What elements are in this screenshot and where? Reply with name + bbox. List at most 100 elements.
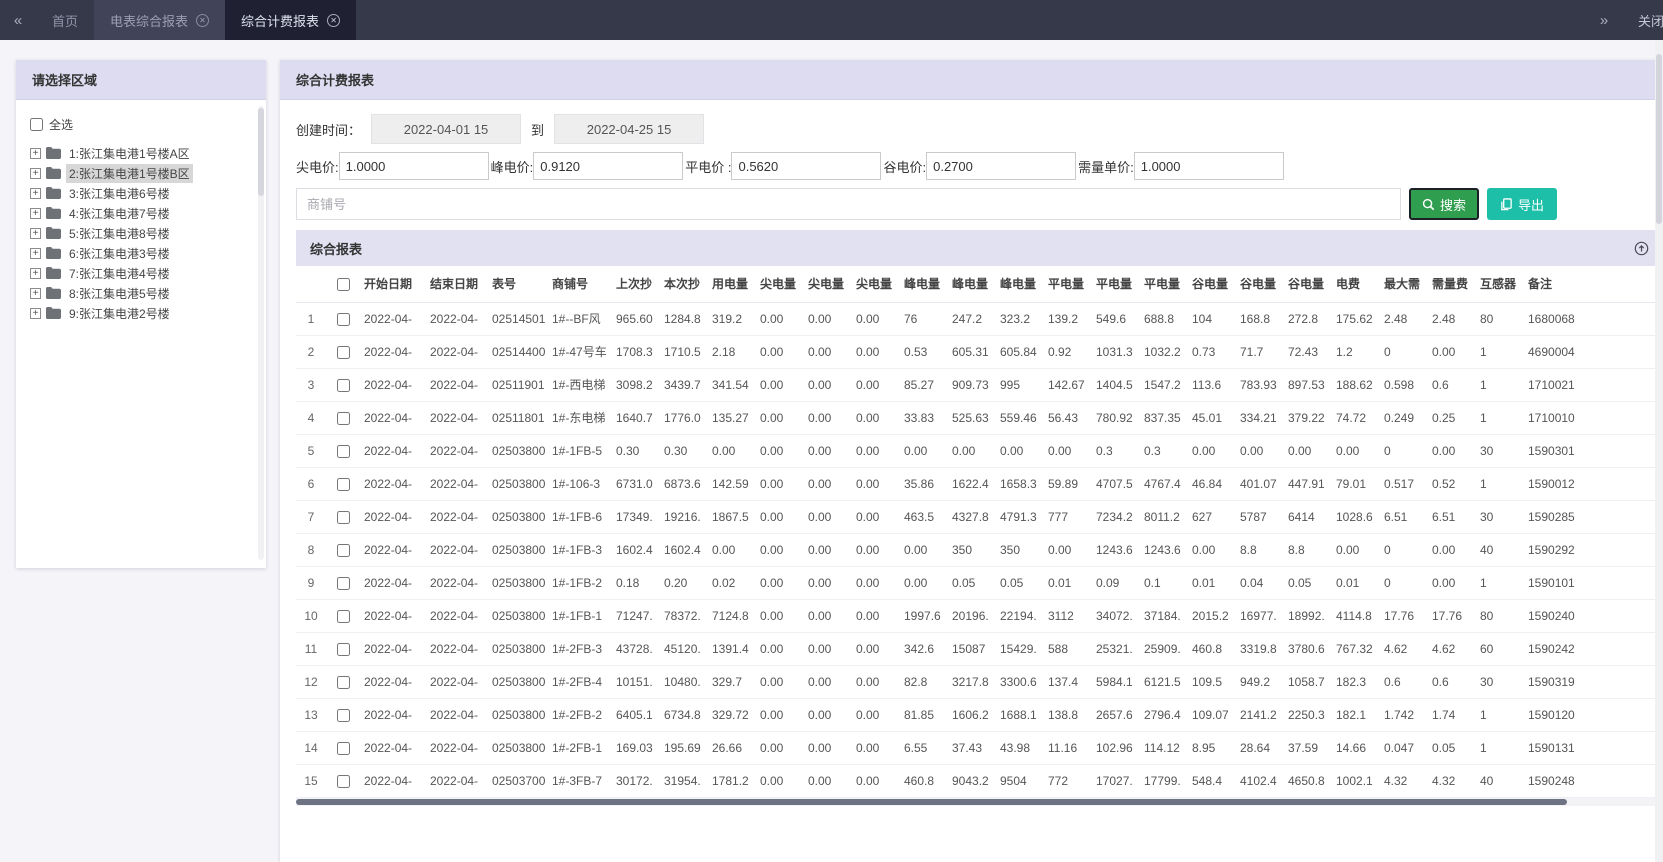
column-header[interactable]: 备注 [1524,266,1663,302]
tree-item-label[interactable]: 2:张江集电港1号楼B区 [66,164,193,183]
tree-item[interactable]: +9:张江集电港2号楼 [30,303,252,323]
tree-expand-icon[interactable]: + [30,288,41,299]
price-input[interactable] [339,152,489,180]
select-all-checkbox[interactable] [30,118,43,131]
row-checkbox[interactable] [337,478,350,491]
column-header[interactable]: 峰电量 [900,266,948,302]
tree-item[interactable]: +7:张江集电港4号楼 [30,263,252,283]
tab-home[interactable]: 首页 [36,0,94,40]
price-input[interactable] [1134,152,1284,180]
tree-expand-icon[interactable]: + [30,308,41,319]
tree-item[interactable]: +1:张江集电港1号楼A区 [30,143,252,163]
column-header[interactable]: 峰电量 [996,266,1044,302]
column-header[interactable]: 用电量 [708,266,756,302]
tree-expand-icon[interactable]: + [30,268,41,279]
column-header[interactable]: 峰电量 [948,266,996,302]
tree-expand-icon[interactable]: + [30,148,41,159]
column-header[interactable]: 尖电量 [756,266,804,302]
page-vertical-scrollbar[interactable] [1655,40,1663,862]
table-cell: 2022-04- [426,764,488,797]
tree-item-label[interactable]: 9:张江集电港2号楼 [66,304,173,323]
sidebar-scrollbar-thumb[interactable] [258,108,264,196]
row-checkbox[interactable] [337,313,350,326]
sidebar-scrollbar[interactable] [258,106,264,560]
tree-item[interactable]: +2:张江集电港1号楼B区 [30,163,252,183]
tree-expand-icon[interactable]: + [30,228,41,239]
tab-close-icon[interactable]: ✕ [327,14,340,27]
tree-item-label[interactable]: 7:张江集电港4号楼 [66,264,173,283]
column-header[interactable]: 平电量 [1140,266,1188,302]
tree-item-label[interactable]: 5:张江集电港8号楼 [66,224,173,243]
row-checkbox[interactable] [337,577,350,590]
column-header[interactable]: 本次抄 [660,266,708,302]
row-checkbox[interactable] [337,709,350,722]
price-input[interactable] [731,152,881,180]
column-header[interactable]: 谷电量 [1284,266,1332,302]
table-cell: 2022-04- [360,302,426,335]
close-operations-menu[interactable]: 关闭操 [1638,11,1663,30]
tree-item[interactable]: +6:张江集电港3号楼 [30,243,252,263]
column-header[interactable]: 谷电量 [1236,266,1284,302]
row-checkbox[interactable] [337,544,350,557]
tab-meter-report[interactable]: 电表综合报表✕ [94,0,225,40]
column-header[interactable]: 商铺号 [548,266,612,302]
tabs-scroll-left-icon[interactable]: « [0,0,36,40]
tree-expand-icon[interactable]: + [30,188,41,199]
table-horizontal-scrollbar-thumb[interactable] [296,799,1567,805]
table-cell: 5787 [1236,500,1284,533]
row-checkbox[interactable] [337,412,350,425]
column-header[interactable]: 平电量 [1044,266,1092,302]
table-cell: 168.8 [1236,302,1284,335]
column-header[interactable]: 互感器 [1476,266,1524,302]
select-all-rows-checkbox[interactable] [337,278,350,291]
panel-collapse-icon[interactable] [1634,241,1649,256]
tab-close-icon[interactable]: ✕ [196,14,209,27]
column-header[interactable]: 谷电量 [1188,266,1236,302]
column-header[interactable]: 尖电量 [852,266,900,302]
tree-item-label[interactable]: 8:张江集电港5号楼 [66,284,173,303]
row-checkbox[interactable] [337,346,350,359]
end-date-input[interactable] [554,114,704,144]
price-input[interactable] [926,152,1076,180]
row-checkbox[interactable] [337,643,350,656]
tree-item[interactable]: +4:张江集电港7号楼 [30,203,252,223]
tree-item-label[interactable]: 4:张江集电港7号楼 [66,204,173,223]
column-header[interactable]: 平电量 [1092,266,1140,302]
tree-item[interactable]: +5:张江集电港8号楼 [30,223,252,243]
export-button[interactable]: 导出 [1487,188,1557,220]
table-cell: 2022-04- [360,566,426,599]
page-vertical-scrollbar-thumb[interactable] [1656,54,1662,224]
search-button[interactable]: 搜索 [1409,188,1479,220]
column-header[interactable]: 需量费 [1428,266,1476,302]
tree-item-label[interactable]: 1:张江集电港1号楼A区 [66,144,193,163]
tabs-scroll-right-icon[interactable]: » [1586,12,1622,29]
tree-item[interactable]: +3:张江集电港6号楼 [30,183,252,203]
tab-billing-report[interactable]: 综合计费报表✕ [225,0,356,40]
start-date-input[interactable] [371,114,521,144]
shop-number-input[interactable] [296,188,1401,220]
row-checkbox-cell [326,632,360,665]
column-header[interactable]: 表号 [488,266,548,302]
row-checkbox[interactable] [337,676,350,689]
row-checkbox[interactable] [337,742,350,755]
row-checkbox[interactable] [337,511,350,524]
tree-expand-icon[interactable]: + [30,248,41,259]
price-input[interactable] [533,152,683,180]
column-header[interactable]: 电费 [1332,266,1380,302]
tree-expand-icon[interactable]: + [30,208,41,219]
column-header[interactable]: 尖电量 [804,266,852,302]
column-header[interactable]: 上次抄 [612,266,660,302]
tree-item-label[interactable]: 3:张江集电港6号楼 [66,184,173,203]
row-checkbox[interactable] [337,775,350,788]
row-checkbox[interactable] [337,445,350,458]
tree-item[interactable]: +8:张江集电港5号楼 [30,283,252,303]
row-checkbox[interactable] [337,379,350,392]
row-checkbox[interactable] [337,610,350,623]
tree-expand-icon[interactable]: + [30,168,41,179]
column-header[interactable]: 结束日期 [426,266,488,302]
tree-item-label[interactable]: 6:张江集电港3号楼 [66,244,173,263]
column-header[interactable]: 开始日期 [360,266,426,302]
column-header[interactable]: 最大需 [1380,266,1428,302]
table-horizontal-scrollbar[interactable] [296,798,1663,806]
select-all-row[interactable]: 全选 [30,116,252,133]
